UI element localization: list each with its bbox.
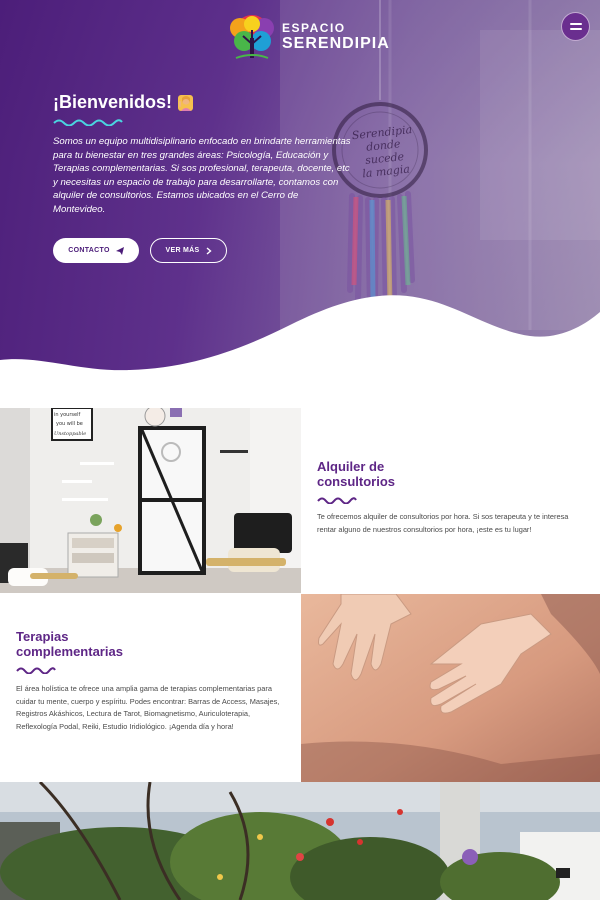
waving-person-icon bbox=[178, 94, 194, 111]
rental-title: Alquiler de consultorios bbox=[317, 459, 396, 489]
hamburger-icon bbox=[569, 23, 582, 25]
site-logo[interactable]: ESPACIO SERENDIPIA bbox=[228, 14, 390, 60]
hero-squiggle bbox=[53, 119, 123, 126]
tree-logo-icon bbox=[230, 15, 274, 59]
logo-line-2: SERENDIPIA bbox=[282, 35, 390, 52]
chevron-right-icon bbox=[206, 246, 212, 255]
therapies-squiggle bbox=[16, 667, 56, 674]
menu-button[interactable] bbox=[561, 12, 590, 41]
paper-plane-icon bbox=[115, 246, 124, 255]
therapies-text: El área holística te ofrece una amplia g… bbox=[16, 684, 280, 731]
garden-photo bbox=[0, 782, 600, 900]
see-more-button-label: VER MÁS bbox=[165, 247, 200, 254]
massage-photo bbox=[301, 594, 600, 782]
hero-intro-text: Somos un equipo multidisiplinario enfoca… bbox=[53, 136, 351, 215]
hero-section: Serendipia donde sucede la magia ESPACIO… bbox=[0, 0, 600, 410]
hero-title: ¡Bienvenidos! bbox=[53, 92, 173, 112]
rental-text: Te ofrecemos alquiler de consultorios po… bbox=[317, 512, 569, 534]
poster-text: in yourself bbox=[54, 412, 80, 418]
svg-text:Unstoppable: Unstoppable bbox=[54, 431, 86, 437]
hero-heading: ¡Bienvenidos! bbox=[53, 92, 194, 113]
contact-button-label: CONTACTO bbox=[68, 247, 110, 254]
therapies-title: Terapias complementarias bbox=[16, 629, 123, 659]
consulting-room-photo: in yourself you will be Unstoppable bbox=[0, 408, 301, 593]
rental-squiggle bbox=[317, 497, 357, 504]
logo-line-1: ESPACIO bbox=[282, 21, 346, 35]
contact-button[interactable]: CONTACTO bbox=[53, 238, 139, 263]
svg-text:you will be: you will be bbox=[56, 421, 83, 427]
see-more-button[interactable]: VER MÁS bbox=[150, 238, 227, 263]
